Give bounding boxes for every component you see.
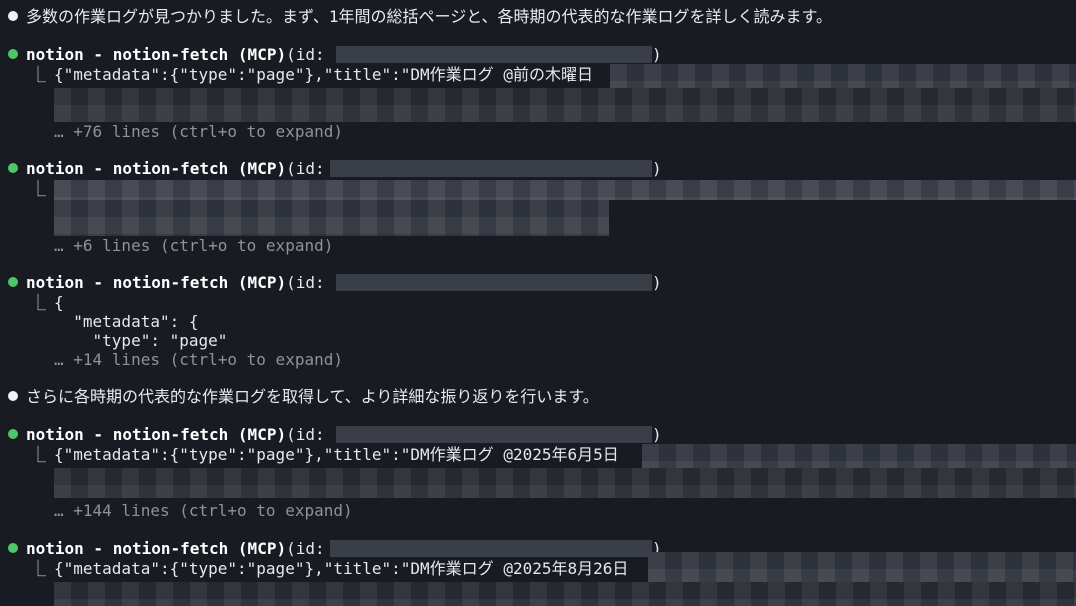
tool-call-header[interactable]: notion - notion-fetch (MCP)(id: xyxy=(26,273,334,292)
redacted-id xyxy=(336,274,652,291)
redacted-id xyxy=(330,540,652,557)
redacted-result xyxy=(648,552,1076,582)
tool-call-header[interactable]: notion - notion-fetch (MCP)(id: xyxy=(26,45,334,64)
expand-hint[interactable]: … +76 lines (ctrl+o to expand) xyxy=(54,122,343,141)
tool-result-line: {"metadata":{"type":"page"},"title":"DM作… xyxy=(54,445,619,464)
redacted-result xyxy=(610,64,1076,88)
tool-name: notion - notion-fetch (MCP) xyxy=(26,273,287,292)
tool-name: notion - notion-fetch (MCP) xyxy=(26,159,287,178)
tool-name: notion - notion-fetch (MCP) xyxy=(26,539,287,558)
tool-name: notion - notion-fetch (MCP) xyxy=(26,45,287,64)
redacted-result xyxy=(54,200,609,236)
tree-corner-icon: ⎿ xyxy=(30,559,47,578)
tool-args-suffix: ) xyxy=(652,425,662,444)
tool-status-dot-icon xyxy=(8,543,18,553)
redacted-result xyxy=(54,582,1076,606)
tool-result-line: {"metadata":{"type":"page"},"title":"DM作… xyxy=(54,65,593,84)
assistant-message: 多数の作業ログが見つかりました。まず、1年間の総括ページと、各時期の代表的な作業… xyxy=(26,7,832,26)
redacted-id xyxy=(330,160,652,177)
tool-args-prefix: (id: xyxy=(286,159,335,178)
assistant-message: さらに各時期の代表的な作業ログを取得して、より詳細な振り返りを行います。 xyxy=(26,387,599,406)
tool-call-header[interactable]: notion - notion-fetch (MCP)(id: xyxy=(26,425,334,444)
tool-result-line: {"metadata":{"type":"page"},"title":"DM作… xyxy=(54,559,629,578)
expand-hint[interactable]: … +6 lines (ctrl+o to expand) xyxy=(54,236,333,255)
tree-corner-icon: ⎿ xyxy=(30,65,47,84)
tool-args-prefix: (id: xyxy=(286,45,335,64)
redacted-result xyxy=(54,468,1076,498)
tool-call-header[interactable]: notion - notion-fetch (MCP)(id: xyxy=(26,539,334,558)
tree-corner-icon: ⎿ xyxy=(30,179,47,198)
tool-args-prefix: (id: xyxy=(286,425,335,444)
tool-status-dot-icon xyxy=(8,429,18,439)
redacted-result xyxy=(54,180,1076,200)
tool-result-line: "type": "page" xyxy=(54,331,228,350)
redacted-id xyxy=(336,46,652,63)
tree-corner-icon: ⎿ xyxy=(30,445,47,464)
tool-args-prefix: (id: xyxy=(286,273,335,292)
redacted-result xyxy=(642,444,1076,468)
tool-result-line: { xyxy=(54,293,64,312)
tool-args-suffix: ) xyxy=(652,273,662,292)
tool-args-prefix: (id: xyxy=(286,539,335,558)
redacted-result xyxy=(54,88,1076,122)
message-bullet-icon xyxy=(8,391,18,401)
redacted-id xyxy=(336,426,652,443)
expand-hint[interactable]: … +144 lines (ctrl+o to expand) xyxy=(54,501,353,520)
tool-call-header[interactable]: notion - notion-fetch (MCP)(id: xyxy=(26,159,334,178)
message-bullet-icon xyxy=(8,11,18,21)
tool-status-dot-icon xyxy=(8,163,18,173)
tool-status-dot-icon xyxy=(8,277,18,287)
tool-result-line: "metadata": { xyxy=(54,312,199,331)
tree-corner-icon: ⎿ xyxy=(30,293,47,312)
tool-args-suffix: ) xyxy=(652,45,662,64)
tool-name: notion - notion-fetch (MCP) xyxy=(26,425,287,444)
tool-status-dot-icon xyxy=(8,49,18,59)
tool-args-suffix: ) xyxy=(652,159,662,178)
expand-hint[interactable]: … +14 lines (ctrl+o to expand) xyxy=(54,350,343,369)
